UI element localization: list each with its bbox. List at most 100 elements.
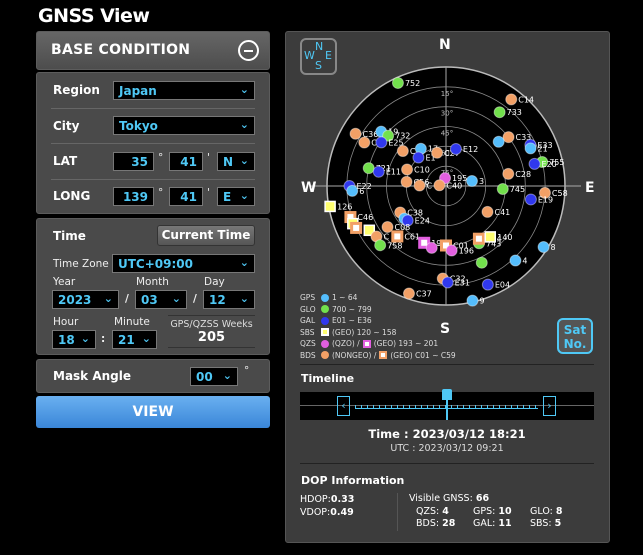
- qzs-swatch-icon: [321, 339, 329, 348]
- elevation-label: 30°: [441, 110, 453, 118]
- satellite-label: C14: [518, 95, 534, 104]
- timeline-slider-thumb[interactable]: [441, 389, 452, 420]
- minute-select[interactable]: 21 ⌄: [112, 330, 157, 349]
- collapse-icon[interactable]: [238, 40, 259, 61]
- satellite-label: 745: [510, 185, 525, 194]
- satellite-glo[interactable]: [475, 256, 488, 269]
- satellite-8[interactable]: 8: [537, 240, 556, 253]
- lat-label: LAT: [53, 154, 78, 168]
- day-select[interactable]: 12 ⌄: [203, 290, 255, 309]
- satellite-label: 3: [479, 177, 484, 186]
- satellite-label: 758: [387, 241, 402, 250]
- view-button[interactable]: VIEW: [36, 396, 270, 428]
- satellite-bds[interactable]: [350, 221, 363, 234]
- chevron-down-icon: ⌄: [239, 83, 249, 96]
- minute-label: Minute: [114, 316, 150, 328]
- satellite-qzs[interactable]: [425, 241, 438, 254]
- mask-angle-select[interactable]: 00 ⌄: [190, 367, 238, 386]
- chevron-down-icon: ⌄: [239, 292, 249, 305]
- timeline-bar[interactable]: ‹ ›: [300, 389, 594, 420]
- satellite-label: C58: [552, 189, 568, 198]
- east-label: E: [585, 180, 595, 196]
- chevron-down-icon: ⌄: [171, 292, 181, 305]
- chevron-down-icon: ⌄: [239, 118, 249, 131]
- year-select[interactable]: 2023 ⌄: [52, 290, 119, 309]
- sat-no-button[interactable]: Sat No.: [557, 318, 593, 354]
- satellite-733[interactable]: 733: [493, 106, 522, 119]
- legend-item: BDS (NONGEO) / (GEO) C01 ~ C59: [300, 350, 456, 360]
- satellite-E12[interactable]: E12: [449, 142, 478, 155]
- satellite-C40[interactable]: C40: [433, 179, 462, 192]
- lat-degrees-input[interactable]: 35: [113, 152, 154, 171]
- month-label: Month: [136, 276, 169, 288]
- chevron-down-icon: ⌄: [222, 369, 232, 382]
- gal-swatch-icon: [321, 316, 329, 325]
- satellite-3[interactable]: 3: [465, 174, 484, 187]
- degree-symbol: °: [158, 152, 164, 164]
- dop-values: HDOP:0.33 VDOP:0.49: [300, 493, 354, 519]
- lat-minutes-input[interactable]: 41: [169, 152, 203, 171]
- lat-direction-value: N: [223, 155, 234, 169]
- date-separator: /: [125, 293, 129, 305]
- satellite-E20[interactable]: E20: [528, 157, 557, 170]
- bds-geo-swatch-icon: [379, 351, 388, 360]
- satellite-752[interactable]: 752: [391, 76, 420, 89]
- satellite-E31[interactable]: E31: [441, 276, 470, 289]
- bds-swatch-icon: [321, 351, 329, 360]
- minute-value: 21: [118, 333, 135, 347]
- satellite-gps[interactable]: [492, 135, 505, 148]
- region-select[interactable]: Japan ⌄: [113, 81, 255, 100]
- north-label: N: [439, 37, 451, 53]
- satellite-E04[interactable]: E04: [481, 278, 510, 291]
- satellite-C28[interactable]: C28: [502, 167, 531, 180]
- satellite-C10[interactable]: C10: [401, 163, 430, 176]
- satellite-126[interactable]: 126: [324, 200, 352, 213]
- mask-angle-panel: Mask Angle 00 ⌄ °: [36, 359, 270, 393]
- long-minutes-input[interactable]: 41: [169, 187, 203, 206]
- timeline-title: Timeline: [301, 372, 355, 385]
- elevation-label: 15°: [441, 90, 453, 98]
- chevron-down-icon: ⌄: [239, 189, 249, 202]
- lat-direction-select[interactable]: N ⌄: [217, 152, 255, 171]
- vdop: VDOP:0.49: [300, 507, 354, 518]
- month-select[interactable]: 03 ⌄: [135, 290, 187, 309]
- current-time-button[interactable]: Current Time: [157, 225, 255, 246]
- mask-angle-value: 00: [196, 370, 213, 384]
- west-label: W: [301, 180, 317, 196]
- satellite-label: C10: [414, 165, 430, 174]
- satellite-4[interactable]: 4: [509, 254, 528, 267]
- timezone-select[interactable]: UTC+09:00 ⌄: [112, 254, 255, 273]
- satellite-C41[interactable]: C41: [481, 205, 510, 218]
- hour-select[interactable]: 18 ⌄: [52, 330, 96, 349]
- satellite-C14[interactable]: C14: [505, 93, 534, 106]
- day-value: 12: [209, 293, 226, 307]
- satellite-196[interactable]: 196: [445, 244, 474, 257]
- app-title: GNSS View: [38, 5, 150, 27]
- satellite-9[interactable]: 9: [466, 294, 485, 307]
- long-direction-value: E: [223, 190, 232, 204]
- satellite-745[interactable]: 745: [496, 182, 525, 195]
- dop-title: DOP Information: [301, 474, 405, 487]
- hour-value: 18: [58, 333, 75, 347]
- satellite-C61[interactable]: C61: [391, 230, 420, 243]
- time-title: Time: [53, 229, 86, 243]
- chevron-left-icon[interactable]: ‹: [337, 396, 350, 416]
- time-panel: Time Current Time Time Zone UTC+09:00 ⌄ Y…: [36, 218, 270, 355]
- mask-angle-label: Mask Angle: [53, 369, 132, 383]
- gps-weeks-label: GPS/QZSS Weeks: [170, 319, 253, 330]
- satellite-140[interactable]: 140: [484, 231, 513, 243]
- base-condition-header[interactable]: BASE CONDITION: [36, 31, 270, 70]
- satellite-E11[interactable]: E11: [372, 165, 401, 178]
- satellite-6[interactable]: 6: [346, 184, 365, 197]
- divider: [51, 143, 255, 144]
- legend-item: GLO 700 ~ 799: [300, 304, 372, 314]
- divider: [51, 108, 255, 109]
- long-direction-select[interactable]: E ⌄: [217, 187, 255, 206]
- city-select[interactable]: Tokyo ⌄: [113, 116, 255, 135]
- satellite-C[interactable]: C: [413, 179, 433, 192]
- long-degrees-input[interactable]: 139: [113, 187, 154, 206]
- chevron-right-icon[interactable]: ›: [543, 396, 556, 416]
- long-label: LONG: [53, 189, 91, 203]
- satellite-E19[interactable]: E19: [524, 193, 553, 206]
- legend-item: QZS (QZO) / (GEO) 193 ~ 201: [300, 339, 439, 348]
